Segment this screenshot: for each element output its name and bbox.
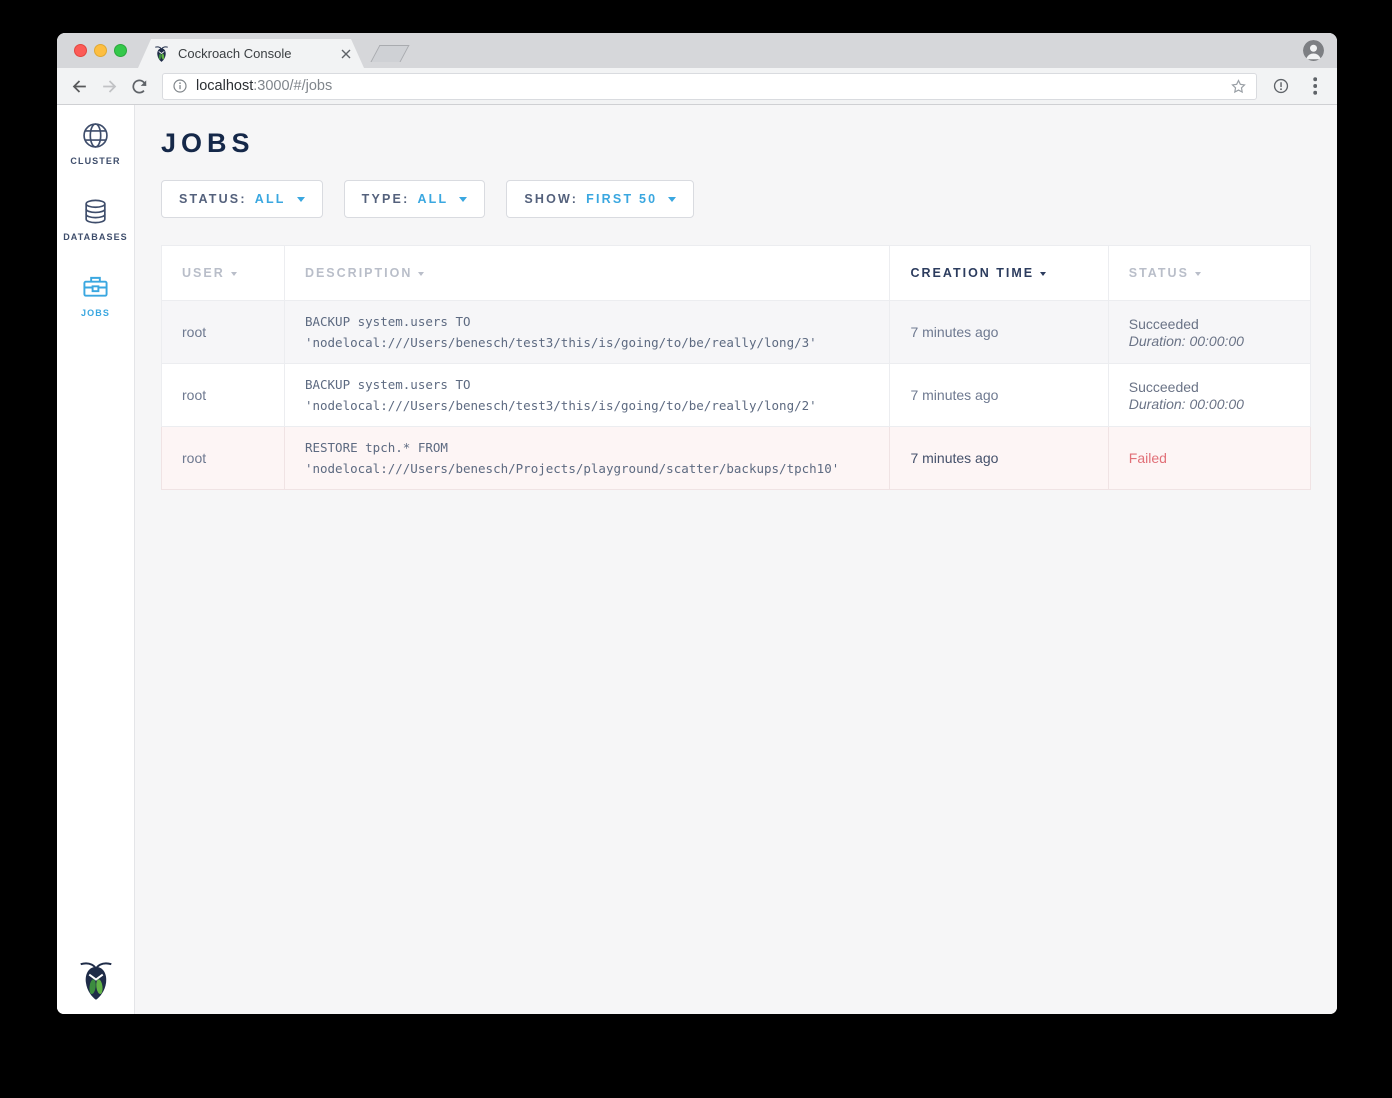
duration-text: Duration: 00:00:00 (1129, 333, 1290, 349)
browser-tab[interactable]: Cockroach Console (138, 39, 364, 68)
back-button[interactable] (66, 73, 92, 99)
duration-text: Duration: 00:00:00 (1129, 396, 1290, 412)
status-cell: Failed (1108, 427, 1310, 490)
sort-arrow-icon (1195, 272, 1201, 276)
description-cell: BACKUP system.users TO 'nodelocal:///Use… (284, 301, 890, 364)
filter-label: TYPE: (362, 192, 410, 206)
close-window-icon[interactable] (74, 44, 87, 57)
user-cell: root (162, 301, 285, 364)
filter-value: ALL (255, 192, 286, 206)
zoom-window-icon[interactable] (114, 44, 127, 57)
sort-arrow-icon (1040, 272, 1046, 276)
sidebar-item-jobs[interactable]: JOBS (81, 274, 110, 318)
sidebar-item-label: DATABASES (63, 232, 128, 242)
reload-button[interactable] (126, 73, 152, 99)
user-cell: root (162, 364, 285, 427)
url-host: localhost (196, 78, 253, 94)
user-cell: root (162, 427, 285, 490)
browser-menu-icon[interactable] (1303, 74, 1327, 98)
sidebar-item-cluster[interactable]: CLUSTER (70, 122, 120, 166)
forward-button[interactable] (96, 73, 122, 99)
briefcase-icon (82, 274, 109, 301)
creation-time-cell: 7 minutes ago (890, 301, 1108, 364)
status-cell: Succeeded Duration: 00:00:00 (1108, 301, 1310, 364)
chevron-down-icon (459, 197, 467, 202)
filter-value: FIRST 50 (586, 192, 657, 206)
jobs-table: USER DESCRIPTION CREATION TIME STATUS ro… (161, 245, 1311, 490)
description-cell: RESTORE tpch.* FROM 'nodelocal:///Users/… (284, 427, 890, 490)
chevron-down-icon (668, 197, 676, 202)
table-row: root BACKUP system.users TO 'nodelocal:/… (162, 364, 1311, 427)
filter-label: SHOW: (524, 192, 578, 206)
chevron-down-icon (297, 197, 305, 202)
jobs-page: JOBS STATUS: ALL TYPE: ALL SHOW: FIRST 5… (135, 105, 1337, 1014)
traffic-lights (74, 44, 127, 57)
sort-arrow-icon (231, 272, 237, 276)
database-icon (82, 198, 109, 225)
profile-icon[interactable] (1303, 40, 1324, 61)
url-text[interactable]: localhost:3000/#/jobs (196, 78, 332, 94)
tab-close-icon[interactable] (338, 46, 354, 62)
column-header-description[interactable]: DESCRIPTION (284, 246, 890, 301)
sort-arrow-icon (418, 272, 424, 276)
table-row: root RESTORE tpch.* FROM 'nodelocal:///U… (162, 427, 1311, 490)
filter-value: ALL (417, 192, 448, 206)
browser-toolbar: localhost:3000/#/jobs (57, 68, 1337, 105)
minimize-window-icon[interactable] (94, 44, 107, 57)
url-path: :3000/#/jobs (253, 78, 332, 94)
sidebar-item-databases[interactable]: DATABASES (63, 198, 128, 242)
jobs-table-body: root BACKUP system.users TO 'nodelocal:/… (162, 301, 1311, 490)
filter-label: STATUS: (179, 192, 247, 206)
status-badge: Failed (1129, 450, 1167, 466)
column-header-status[interactable]: STATUS (1108, 246, 1310, 301)
bookmark-star-icon[interactable] (1230, 78, 1247, 95)
new-tab-button[interactable] (370, 45, 409, 62)
type-filter-dropdown[interactable]: TYPE: ALL (344, 180, 486, 218)
app-content: CLUSTER DATABASES (57, 105, 1337, 1014)
page-title: JOBS (161, 128, 1311, 159)
filter-bar: STATUS: ALL TYPE: ALL SHOW: FIRST 50 (161, 180, 1311, 218)
extension-icon[interactable] (1269, 74, 1293, 98)
status-cell: Succeeded Duration: 00:00:00 (1108, 364, 1310, 427)
globe-icon (82, 122, 109, 149)
status-badge: Succeeded (1129, 379, 1199, 395)
creation-time-cell: 7 minutes ago (890, 364, 1108, 427)
description-cell: BACKUP system.users TO 'nodelocal:///Use… (284, 364, 890, 427)
creation-time-cell: 7 minutes ago (890, 427, 1108, 490)
tab-title: Cockroach Console (178, 46, 338, 61)
status-filter-dropdown[interactable]: STATUS: ALL (161, 180, 323, 218)
sidebar-item-label: CLUSTER (70, 156, 120, 166)
browser-window: Cockroach Console (57, 33, 1337, 1014)
browser-tab-bar: Cockroach Console (57, 33, 1337, 68)
sidebar-item-label: JOBS (81, 308, 110, 318)
column-header-user[interactable]: USER (162, 246, 285, 301)
cockroach-favicon-icon (154, 45, 169, 62)
cockroach-logo-icon (78, 958, 114, 1001)
sidebar-nav: CLUSTER DATABASES (57, 105, 135, 1014)
column-header-creation-time[interactable]: CREATION TIME (890, 246, 1108, 301)
table-row: root BACKUP system.users TO 'nodelocal:/… (162, 301, 1311, 364)
address-bar[interactable]: localhost:3000/#/jobs (162, 73, 1257, 100)
show-filter-dropdown[interactable]: SHOW: FIRST 50 (506, 180, 694, 218)
page-info-icon[interactable] (172, 78, 188, 94)
table-header-row: USER DESCRIPTION CREATION TIME STATUS (162, 246, 1311, 301)
status-badge: Succeeded (1129, 316, 1199, 332)
